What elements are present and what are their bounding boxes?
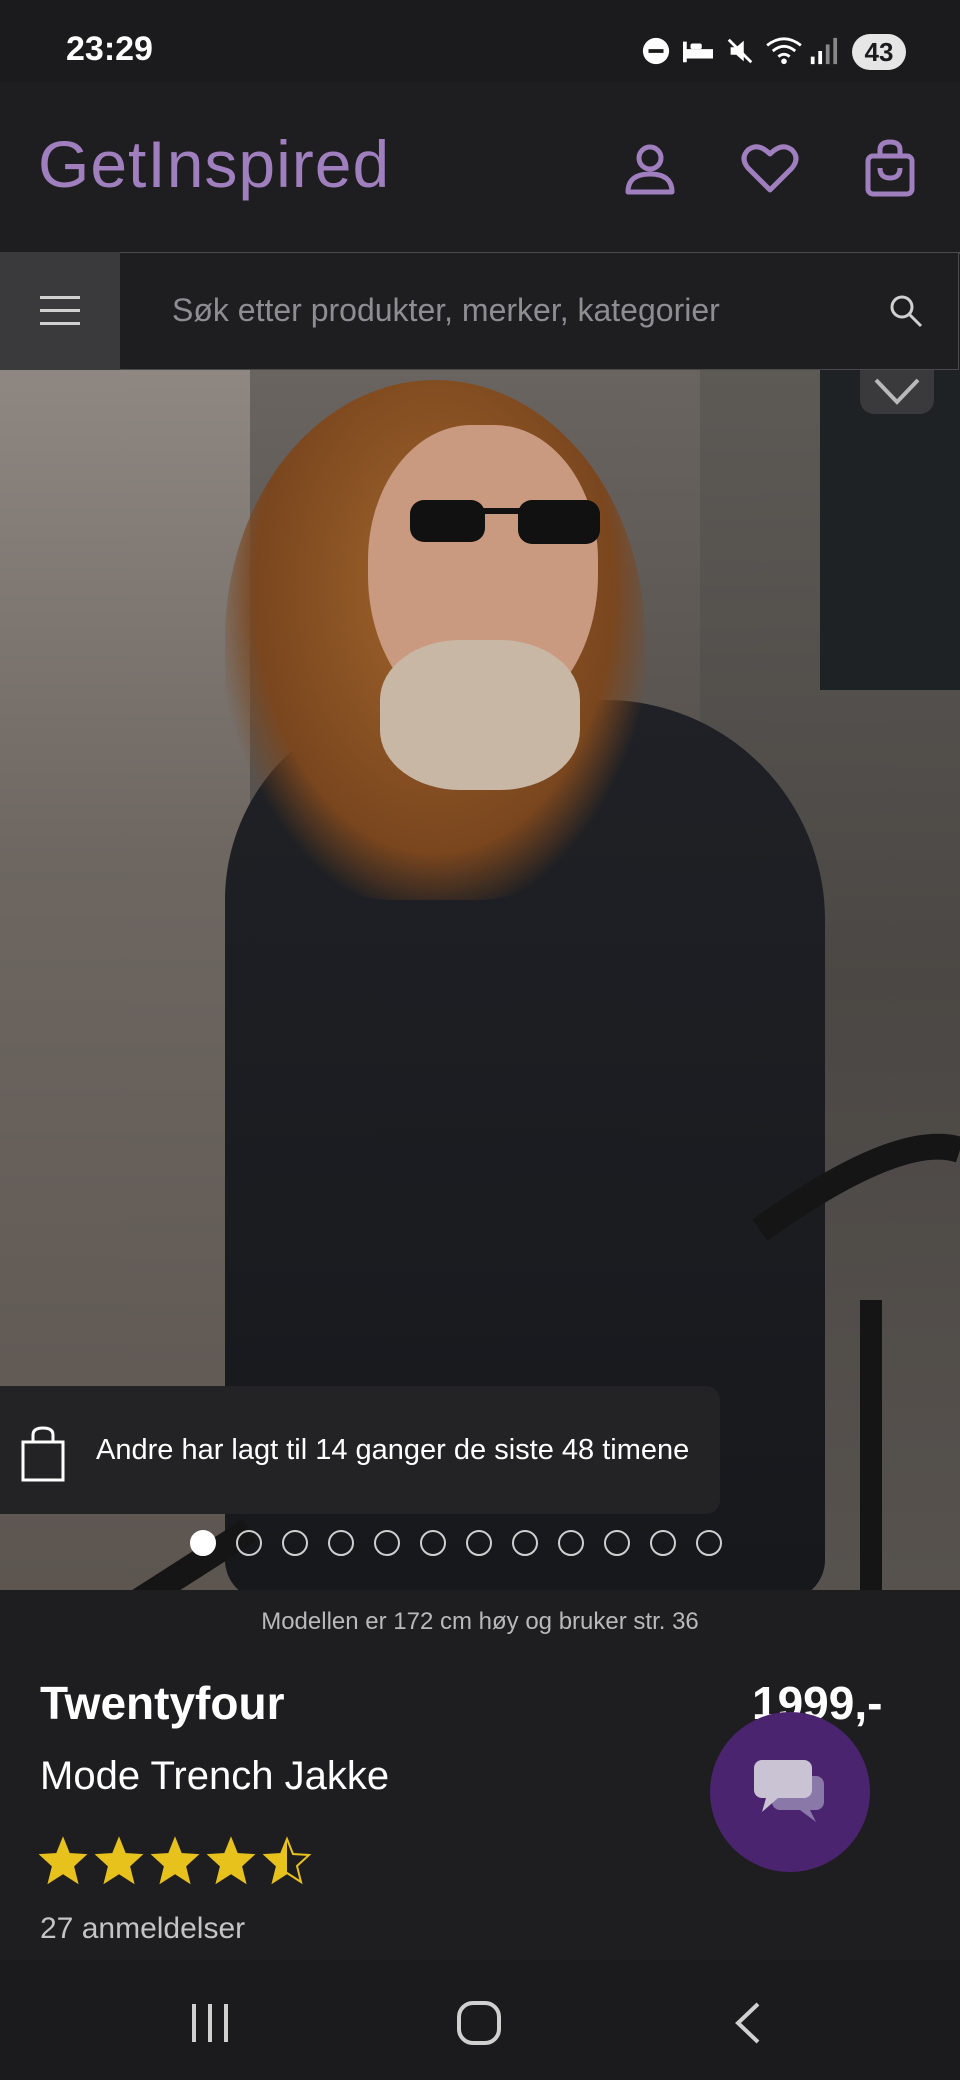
battery-indicator: 43 <box>852 34 906 70</box>
mute-icon <box>727 38 753 64</box>
gallery-dot[interactable] <box>190 1530 216 1556</box>
gallery-dot[interactable] <box>466 1530 492 1556</box>
search-placeholder: Søk etter produkter, merker, kategorier <box>172 292 720 328</box>
stair-railing <box>132 1133 960 1590</box>
chat-bubbles-icon <box>754 1760 824 1822</box>
gallery-dot[interactable] <box>650 1530 676 1556</box>
gallery-dot[interactable] <box>604 1530 630 1556</box>
product-brand[interactable]: Twentyfour <box>40 1676 284 1730</box>
gallery-dot[interactable] <box>374 1530 400 1556</box>
do-not-disturb-icon <box>642 37 670 65</box>
system-navigation-bar <box>0 1960 960 2080</box>
sleep-mode-icon <box>683 41 713 63</box>
back-icon[interactable] <box>730 2000 764 2046</box>
gallery-dot[interactable] <box>420 1530 446 1556</box>
gallery-dot[interactable] <box>282 1530 308 1556</box>
gallery-dot[interactable] <box>558 1530 584 1556</box>
gallery-dot[interactable] <box>696 1530 722 1556</box>
model-sunglasses <box>410 500 600 544</box>
chevron-heart-icon <box>874 378 920 405</box>
hamburger-menu-icon <box>40 296 80 325</box>
rating-stars[interactable] <box>38 1836 312 1888</box>
star-icon <box>206 1836 256 1885</box>
status-bar: 23:29 43 <box>0 0 960 82</box>
wishlist-heart-icon[interactable] <box>740 138 800 198</box>
gallery-dot[interactable] <box>236 1530 262 1556</box>
home-icon[interactable] <box>456 2000 502 2046</box>
shopping-bag-icon[interactable] <box>860 138 920 198</box>
toast-text: Andre har lagt til 14 ganger de siste 48… <box>96 1434 690 1466</box>
product-name: Mode Trench Jakke <box>40 1754 390 1798</box>
site-header: GetInspired <box>0 82 960 254</box>
account-icon[interactable] <box>620 138 680 198</box>
model-scarf <box>380 640 580 790</box>
gallery-pagination[interactable] <box>190 1530 722 1560</box>
status-time: 23:29 <box>66 30 153 68</box>
gallery-dot[interactable] <box>512 1530 538 1556</box>
bag-icon <box>21 1426 65 1482</box>
star-icon <box>94 1836 144 1885</box>
wifi-icon <box>766 37 802 65</box>
recent-apps-icon[interactable] <box>188 2002 234 2044</box>
star-icon <box>262 1836 312 1885</box>
chat-button[interactable] <box>710 1712 870 1872</box>
search-row: Søk etter produkter, merker, kategorier <box>0 252 960 370</box>
gallery-favorite-button[interactable] <box>860 370 934 414</box>
model-size-caption: Modellen er 172 cm høy og bruker str. 36 <box>261 1608 699 1635</box>
star-icon <box>150 1836 200 1885</box>
background-window <box>820 370 960 690</box>
review-count-link[interactable]: 27 anmeldelser <box>40 1912 245 1946</box>
logo[interactable]: GetInspired <box>38 126 390 202</box>
star-icon <box>38 1836 88 1885</box>
gallery-dot[interactable] <box>328 1530 354 1556</box>
search-icon[interactable] <box>888 293 924 329</box>
signal-icon <box>810 37 838 65</box>
menu-button[interactable] <box>0 252 120 370</box>
